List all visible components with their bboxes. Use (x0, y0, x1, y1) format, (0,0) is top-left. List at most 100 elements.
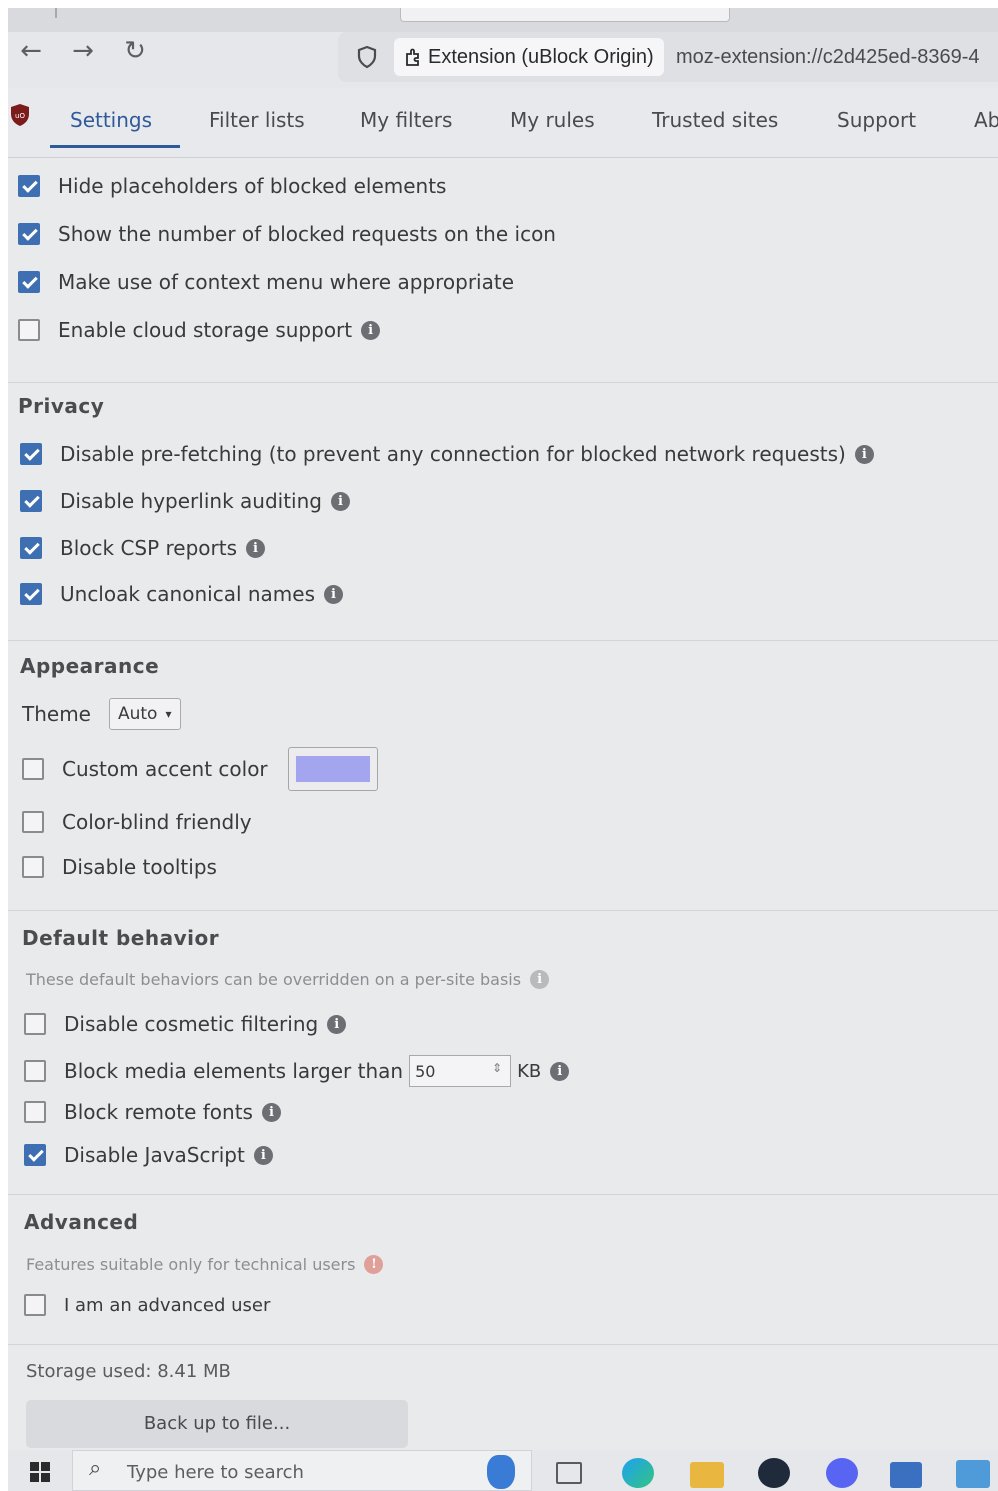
edge-icon[interactable] (622, 1458, 654, 1488)
file-explorer-icon[interactable] (690, 1462, 724, 1488)
checkbox[interactable] (22, 758, 44, 780)
subtitle-text: These default behaviors can be overridde… (26, 970, 522, 989)
checkbox[interactable] (20, 537, 42, 559)
app-icon[interactable] (956, 1460, 990, 1488)
setting-block-csp-reports[interactable]: Block CSP reports i (20, 536, 266, 560)
setting-label: Disable tooltips (62, 855, 217, 879)
setting-disable-javascript[interactable]: Disable JavaScript i (24, 1143, 273, 1167)
subtitle-text: Features suitable only for technical use… (26, 1255, 356, 1274)
tab-filter-lists[interactable]: Filter lists (209, 108, 305, 132)
ublock-logo-icon: uO (11, 104, 29, 126)
default-behavior-subtitle: These default behaviors can be overridde… (26, 970, 550, 989)
checkbox[interactable] (18, 271, 40, 293)
checkbox[interactable] (24, 1060, 46, 1082)
discord-icon[interactable] (826, 1458, 858, 1488)
media-unit: KB (517, 1060, 542, 1082)
info-icon[interactable]: i (253, 1145, 273, 1165)
back-arrow-icon[interactable]: ← (16, 36, 46, 66)
extension-puzzle-icon (406, 48, 419, 66)
checkbox[interactable] (22, 856, 44, 878)
forward-arrow-icon[interactable]: → (68, 36, 98, 66)
reload-icon[interactable]: ↻ (120, 36, 150, 66)
accent-color-swatch (295, 756, 370, 782)
store-icon[interactable] (890, 1462, 922, 1488)
checkbox[interactable] (24, 1013, 46, 1035)
checkbox[interactable] (20, 490, 42, 512)
setting-label: Block remote fonts (64, 1100, 253, 1124)
tab-separator (55, 8, 57, 18)
setting-hide-placeholders[interactable]: Hide placeholders of blocked elements (18, 174, 446, 198)
setting-disable-hyperlink-auditing[interactable]: Disable hyperlink auditing i (20, 489, 350, 513)
warning-icon[interactable]: ! (364, 1255, 384, 1274)
checkbox[interactable] (20, 443, 42, 465)
svg-text:uO: uO (15, 112, 25, 120)
setting-cloud-storage[interactable]: Enable cloud storage support i (18, 318, 381, 342)
accent-color-picker[interactable] (287, 747, 378, 791)
address-bar[interactable]: Extension (uBlock Origin) moz-extension:… (338, 32, 998, 82)
info-icon[interactable]: i (324, 584, 343, 604)
setting-disable-tooltips[interactable]: Disable tooltips (22, 855, 217, 879)
checkbox[interactable] (24, 1101, 46, 1123)
windows-start-icon[interactable] (30, 1462, 50, 1482)
setting-block-remote-fonts[interactable]: Block remote fonts i (24, 1100, 281, 1124)
backup-button[interactable]: Back up to file... (26, 1400, 408, 1448)
setting-context-menu[interactable]: Make use of context menu where appropria… (18, 270, 514, 294)
tab-my-filters[interactable]: My filters (360, 108, 452, 132)
info-icon[interactable]: i (327, 1014, 347, 1034)
checkbox[interactable] (20, 583, 42, 605)
tab-settings[interactable]: Settings (70, 108, 152, 132)
section-divider (8, 1194, 998, 1195)
setting-label: Disable cosmetic filtering (64, 1012, 319, 1036)
setting-uncloak-canonical-names[interactable]: Uncloak canonical names i (20, 582, 343, 606)
storage-used: Storage used: 8.41 MB (26, 1361, 231, 1382)
media-size-value: 50 (415, 1062, 436, 1081)
checkbox[interactable] (18, 319, 40, 341)
tab-trusted-sites[interactable]: Trusted sites (652, 108, 778, 132)
tracking-shield-icon[interactable] (356, 45, 378, 69)
setting-block-media[interactable]: Block media elements larger than 50 ⇕ KB… (24, 1055, 570, 1087)
taskbar-search-box[interactable]: ⌕ Type here to search (72, 1450, 532, 1491)
task-view-icon[interactable] (556, 1462, 582, 1484)
checkbox[interactable] (18, 223, 40, 245)
info-icon[interactable]: i (361, 320, 381, 340)
checkbox[interactable] (22, 811, 44, 833)
info-icon[interactable]: i (330, 491, 350, 511)
checkbox[interactable] (18, 175, 40, 197)
info-icon[interactable]: i (246, 538, 266, 558)
setting-custom-accent[interactable]: Custom accent color (22, 747, 378, 791)
info-icon[interactable]: i (854, 444, 874, 464)
tab-my-rules[interactable]: My rules (510, 108, 595, 132)
setting-label: Color-blind friendly (62, 810, 252, 834)
info-icon[interactable]: i (530, 970, 550, 989)
browser-tab[interactable] (400, 8, 730, 22)
info-icon[interactable]: i (550, 1061, 570, 1081)
site-identity-box[interactable]: Extension (uBlock Origin) (394, 38, 664, 76)
theme-select[interactable]: Auto ▾ (108, 698, 181, 730)
setting-label: Disable hyperlink auditing (60, 489, 322, 513)
checkbox[interactable] (24, 1144, 46, 1166)
checkbox[interactable] (24, 1294, 46, 1316)
setting-disable-cosmetic[interactable]: Disable cosmetic filtering i (24, 1012, 347, 1036)
tab-about[interactable]: Ab (974, 108, 998, 132)
tab-strip (8, 8, 998, 32)
advanced-heading: Advanced (24, 1210, 139, 1234)
url-text[interactable]: moz-extension://c2d425ed-8369-4 (676, 46, 980, 69)
setting-show-blocked-count[interactable]: Show the number of blocked requests on t… (18, 222, 556, 246)
setting-label: Make use of context menu where appropria… (58, 270, 514, 294)
setting-label: Show the number of blocked requests on t… (58, 222, 556, 246)
setting-label: Block CSP reports (60, 536, 238, 560)
appearance-heading: Appearance (20, 654, 160, 678)
tab-support[interactable]: Support (837, 108, 916, 132)
info-icon[interactable]: i (261, 1102, 281, 1122)
browser-toolbar: ← → ↻ Extension (uBlock Origin) moz-exte… (8, 8, 998, 88)
setting-disable-prefetching[interactable]: Disable pre-fetching (to prevent any con… (20, 442, 874, 466)
media-size-input[interactable]: 50 ⇕ (409, 1055, 512, 1087)
active-tab-indicator (50, 145, 180, 148)
setting-advanced-user[interactable]: I am an advanced user (24, 1294, 270, 1316)
section-divider (8, 1344, 998, 1345)
spinner-icon[interactable]: ⇕ (492, 1061, 502, 1075)
setting-label: Block media elements larger than (64, 1059, 404, 1083)
steam-icon[interactable] (758, 1458, 790, 1488)
setting-color-blind[interactable]: Color-blind friendly (22, 810, 252, 834)
cortana-icon[interactable] (487, 1455, 515, 1489)
